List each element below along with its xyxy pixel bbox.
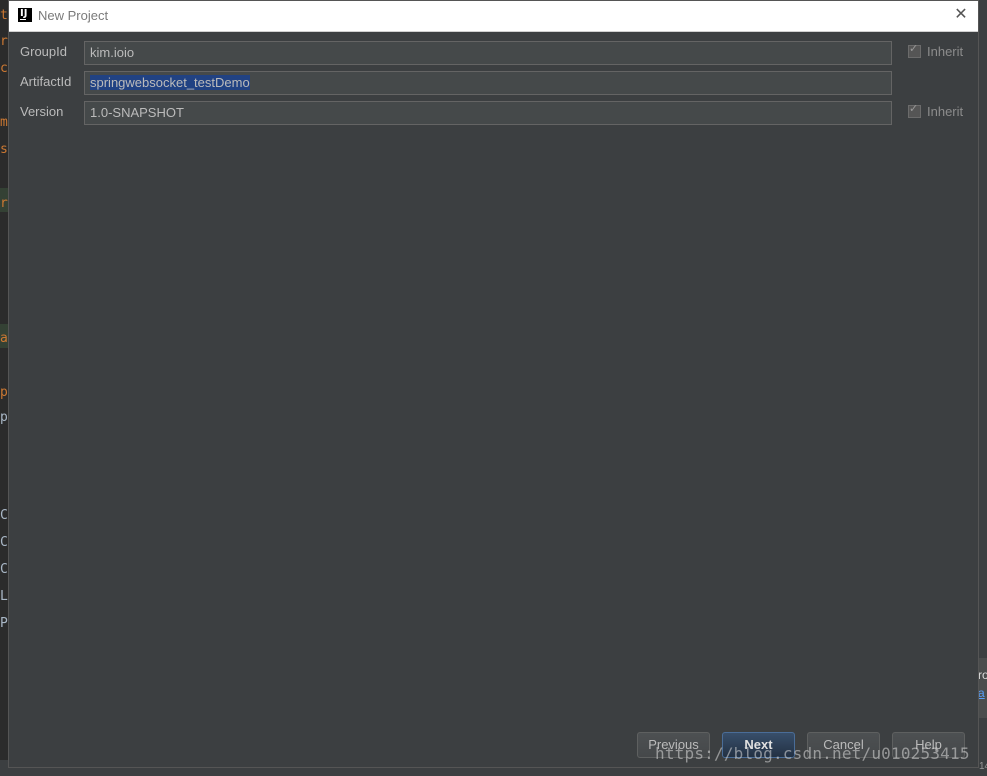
background-editor-char: p	[0, 410, 8, 425]
notification-link[interactable]: a	[978, 682, 987, 700]
background-editor-char: c	[0, 61, 8, 76]
groupid-field[interactable]: kim.ioio	[84, 41, 892, 65]
new-project-dialog: IJ New Project ✕ GroupId kim.ioio Inheri…	[8, 0, 979, 768]
dialog-title: New Project	[38, 8, 109, 23]
watermark: https://blog.csdn.net/u010253415	[655, 744, 970, 763]
background-console-char: CE	[0, 508, 8, 523]
background-console	[0, 450, 8, 776]
background-editor-char: p	[0, 385, 8, 400]
version-label: Version	[20, 104, 64, 119]
background-console-char: CE	[0, 535, 8, 550]
groupid-inherit-checkbox[interactable]: Inherit	[908, 42, 964, 59]
artifactid-value: springwebsocket_testDemo	[90, 75, 250, 90]
status-fragment: 14	[979, 761, 987, 772]
intellij-icon: IJ	[18, 8, 32, 22]
version-field[interactable]: 1.0-SNAPSHOT	[84, 101, 892, 125]
background-console-char: LU	[0, 589, 8, 604]
version-inherit-checkbox[interactable]: Inherit	[908, 102, 964, 119]
notification-text: ro	[978, 668, 987, 682]
version-value: 1.0-SNAPSHOT	[90, 105, 184, 120]
checkbox-icon	[908, 102, 921, 118]
groupid-label: GroupId	[20, 44, 67, 59]
groupid-value: kim.ioio	[90, 45, 135, 60]
inherit-label: Inherit	[927, 104, 964, 119]
inherit-label: Inherit	[927, 44, 964, 59]
background-editor-char: a	[0, 331, 8, 346]
background-editor-char: m	[0, 115, 8, 130]
background-console-char: PP	[0, 616, 8, 631]
background-editor-char: s	[0, 142, 8, 157]
checkbox-icon	[908, 42, 921, 58]
background-editor-char: r	[0, 34, 8, 49]
background-notification: ro a	[978, 658, 987, 718]
background-console-char: CE	[0, 562, 8, 577]
close-icon[interactable]: ✕	[952, 6, 970, 24]
artifactid-field[interactable]: springwebsocket_testDemo	[84, 71, 892, 95]
background-editor-char: r	[0, 196, 8, 211]
dialog-titlebar[interactable]: IJ New Project ✕	[9, 1, 978, 32]
artifactid-label: ArtifactId	[20, 74, 72, 89]
background-editor-char: t	[0, 8, 8, 23]
